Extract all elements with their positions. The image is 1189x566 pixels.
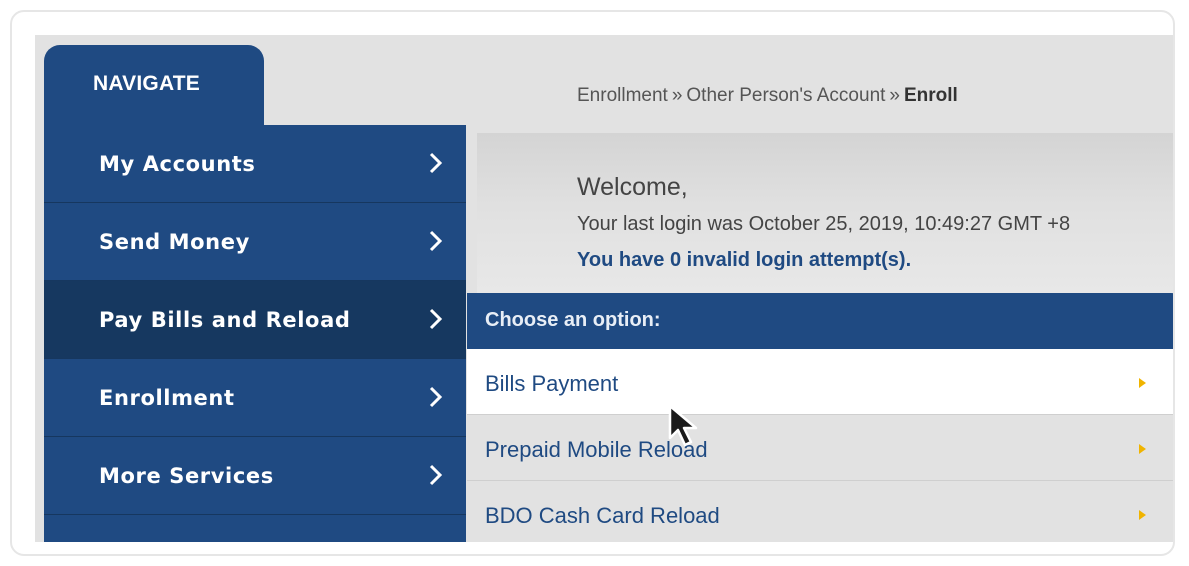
breadcrumb-current: Enroll [904,85,958,106]
option-label: Prepaid Mobile Reload [485,437,708,462]
option-bills-payment[interactable]: Bills Payment [467,349,1173,415]
option-label: Bills Payment [485,371,619,396]
option-prepaid-mobile-reload[interactable]: Prepaid Mobile Reload [467,415,1173,481]
sidebar-item-label: Enrollment [99,386,235,410]
chevron-right-icon [429,152,443,174]
banking-app: NAVIGATE My Accounts Send Money Pay Bill… [35,35,1173,542]
option-label: BDO Cash Card Reload [485,503,720,528]
last-login-text: Your last login was October 25, 2019, 10… [577,213,1071,235]
sidebar-item-my-accounts[interactable]: My Accounts [44,125,466,203]
chevron-right-icon [429,386,443,408]
caret-right-icon [1139,378,1146,388]
caret-right-icon [1139,444,1146,454]
chevron-right-icon [429,308,443,330]
sidebar-nav: My Accounts Send Money Pay Bills and Rel… [44,125,466,542]
navigate-tab: NAVIGATE [44,45,264,127]
option-bdo-cash-card-reload[interactable]: BDO Cash Card Reload [467,481,1173,542]
caret-right-icon [1139,510,1146,520]
sidebar-item-label: Pay Bills and Reload [99,308,351,332]
breadcrumb: Enrollment» Other Person's Account» Enroll [577,85,958,107]
breadcrumb-link-other-persons-account[interactable]: Other Person's Account [686,85,885,106]
sidebar-item-label: My Accounts [99,152,256,176]
sidebar-item-label: More Services [99,464,274,488]
invalid-attempts-text: You have 0 invalid login attempt(s). [577,249,912,271]
sidebar-item-enrollment[interactable]: Enrollment [44,359,466,437]
breadcrumb-separator: » [671,85,683,106]
sidebar-item-send-money[interactable]: Send Money [44,203,466,281]
chevron-right-icon [429,464,443,486]
breadcrumb-link-enrollment[interactable]: Enrollment [577,85,668,106]
welcome-title: Welcome, [577,173,688,201]
page-frame: NAVIGATE My Accounts Send Money Pay Bill… [10,10,1175,556]
sidebar-item-more-services[interactable]: More Services [44,437,466,515]
options-panel: Choose an option: Bills Payment Prepaid … [467,293,1173,542]
sidebar-item-pay-bills-and-reload[interactable]: Pay Bills and Reload [44,281,466,359]
sidebar-item-label: Send Money [99,230,250,254]
breadcrumb-separator: » [889,85,900,106]
welcome-panel: Welcome, Your last login was October 25,… [477,133,1173,293]
chevron-right-icon [429,230,443,252]
options-header: Choose an option: [467,293,1173,349]
